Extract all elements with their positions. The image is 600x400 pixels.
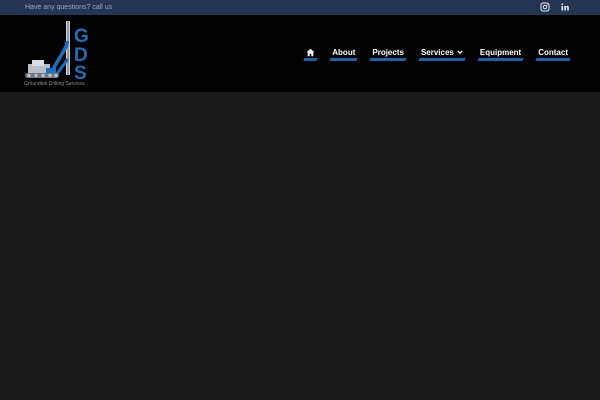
nav-home[interactable] xyxy=(306,43,315,61)
main-content-area xyxy=(0,92,600,400)
nav-about-label: About xyxy=(332,47,356,57)
nav-services-label: Services xyxy=(420,47,454,57)
contact-question-text[interactable]: Have any questions? call us xyxy=(25,3,112,12)
nav-projects-label: Projects xyxy=(372,47,404,57)
site-logo[interactable]: G D S xyxy=(22,19,92,89)
home-icon xyxy=(306,48,315,57)
logo-letter-g: G xyxy=(74,26,89,47)
nav-equipment-label: Equipment xyxy=(479,47,522,57)
instagram-icon xyxy=(540,2,550,12)
top-bar: Have any questions? call us xyxy=(0,0,600,15)
nav-contact-label: Contact xyxy=(538,47,568,57)
nav-about[interactable]: About xyxy=(332,43,355,61)
nav-equipment[interactable]: Equipment xyxy=(480,43,521,61)
logo-caption: Groundtek Drilling Services xyxy=(24,81,85,87)
site-header: G D S Groundtek Drilling Services About … xyxy=(0,15,600,92)
instagram-link[interactable] xyxy=(540,2,550,12)
main-nav: About Projects Services Equipment Contac… xyxy=(289,43,568,61)
drilling-rig-logo-graphic: G D S xyxy=(25,21,89,84)
nav-projects[interactable]: Projects xyxy=(372,43,404,61)
nav-services[interactable]: Services xyxy=(421,43,463,61)
linkedin-icon xyxy=(560,2,570,12)
chevron-down-icon xyxy=(457,49,463,55)
nav-contact[interactable]: Contact xyxy=(538,43,568,61)
linkedin-link[interactable] xyxy=(560,2,570,12)
